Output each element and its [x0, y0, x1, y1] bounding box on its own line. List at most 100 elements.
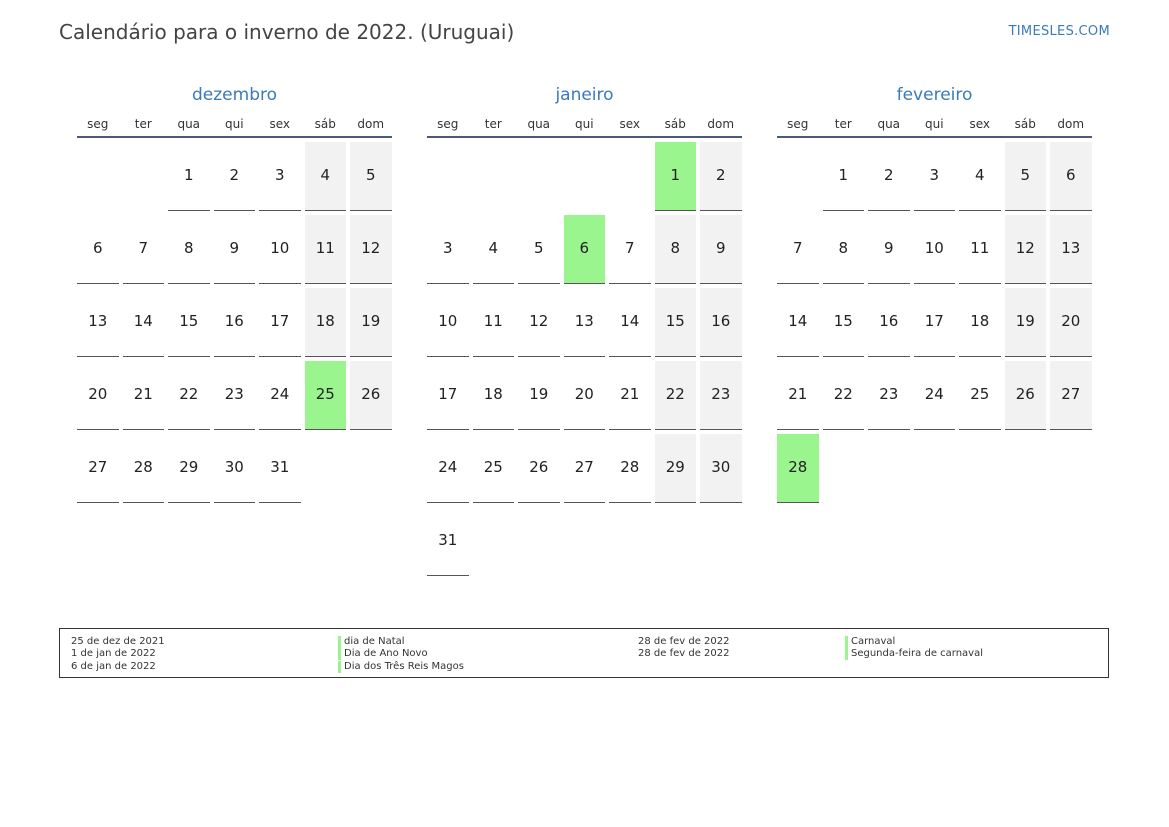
weekend-day-cell[interactable]: 4 — [304, 142, 346, 211]
day-cell[interactable]: 11 — [959, 215, 1001, 284]
day-cell[interactable]: 10 — [427, 288, 469, 357]
weekday-label: qua — [877, 117, 901, 131]
day-cell[interactable]: 28 — [122, 434, 164, 503]
day-cell[interactable]: 2 — [213, 142, 255, 211]
day-cell[interactable]: 21 — [609, 361, 651, 430]
day-cell[interactable]: 21 — [777, 361, 819, 430]
holiday-day-cell[interactable]: 28 — [777, 434, 819, 503]
weekend-day-cell[interactable]: 5 — [1004, 142, 1046, 211]
day-cell[interactable]: 14 — [122, 288, 164, 357]
holiday-day-cell[interactable]: 6 — [563, 215, 605, 284]
day-cell[interactable]: 20 — [563, 361, 605, 430]
day-grid: 1 2 3 4 5 6 7 8 9 10 11 12 13 14 15 16 17 18 19 20 21 22 23 24 2… — [427, 142, 742, 576]
day-cell[interactable]: 3 — [259, 142, 301, 211]
weekend-day-cell[interactable]: 22 — [654, 361, 696, 430]
day-cell[interactable]: 23 — [213, 361, 255, 430]
day-cell[interactable]: 14 — [777, 288, 819, 357]
weekend-day-cell[interactable]: 18 — [304, 288, 346, 357]
day-cell[interactable]: 13 — [77, 288, 119, 357]
weekend-day-cell[interactable]: 26 — [350, 361, 392, 430]
weekend-day-cell[interactable]: 9 — [700, 215, 742, 284]
day-cell[interactable]: 22 — [822, 361, 864, 430]
empty-cell — [518, 142, 560, 211]
day-cell[interactable]: 29 — [168, 434, 210, 503]
weekend-day-cell[interactable]: 19 — [350, 288, 392, 357]
day-cell[interactable]: 31 — [259, 434, 301, 503]
weekend-day-cell[interactable]: 26 — [1004, 361, 1046, 430]
day-grid: 1 2 3 4 5 6 7 8 9 10 11 12 13 14 15 16 17 18 19 20 21 22 23 24 2… — [777, 142, 1092, 503]
day-cell[interactable]: 21 — [122, 361, 164, 430]
day-cell[interactable]: 10 — [259, 215, 301, 284]
day-cell[interactable]: 7 — [777, 215, 819, 284]
day-cell[interactable]: 2 — [868, 142, 910, 211]
day-cell[interactable]: 22 — [168, 361, 210, 430]
weekend-day-cell[interactable]: 12 — [350, 215, 392, 284]
day-cell[interactable]: 8 — [168, 215, 210, 284]
day-cell[interactable]: 28 — [609, 434, 651, 503]
day-cell[interactable]: 3 — [427, 215, 469, 284]
day-cell[interactable]: 1 — [168, 142, 210, 211]
weekend-day-cell[interactable]: 2 — [700, 142, 742, 211]
day-cell[interactable]: 9 — [868, 215, 910, 284]
day-cell[interactable]: 12 — [518, 288, 560, 357]
empty-cell — [427, 142, 469, 211]
weekend-day-cell[interactable]: 15 — [654, 288, 696, 357]
day-cell[interactable]: 10 — [913, 215, 955, 284]
day-cell[interactable]: 23 — [868, 361, 910, 430]
day-cell[interactable]: 6 — [77, 215, 119, 284]
day-cell[interactable]: 8 — [822, 215, 864, 284]
weekend-day-cell[interactable]: 12 — [1004, 215, 1046, 284]
day-cell[interactable]: 17 — [913, 288, 955, 357]
weekend-day-cell[interactable]: 29 — [654, 434, 696, 503]
weekend-day-cell[interactable]: 11 — [304, 215, 346, 284]
day-cell[interactable]: 3 — [913, 142, 955, 211]
weekend-day-cell[interactable]: 23 — [700, 361, 742, 430]
day-cell[interactable]: 26 — [518, 434, 560, 503]
weekday-label: dom — [1057, 117, 1085, 131]
day-cell[interactable]: 4 — [959, 142, 1001, 211]
day-cell[interactable]: 18 — [472, 361, 514, 430]
day-cell[interactable]: 25 — [472, 434, 514, 503]
day-cell[interactable]: 31 — [427, 507, 469, 576]
day-cell[interactable]: 18 — [959, 288, 1001, 357]
month-calendar-fevereiro: fevereiro seg ter qua qui sex sáb dom 12345678… — [777, 84, 1092, 503]
day-cell[interactable]: 5 — [518, 215, 560, 284]
day-cell[interactable]: 20 — [77, 361, 119, 430]
month-calendar-dezembro: dezembro seg ter qua qui sex sáb dom 123456789… — [77, 84, 392, 503]
day-cell[interactable]: 16 — [868, 288, 910, 357]
site-link[interactable]: TIMESLES.COM — [1009, 24, 1110, 39]
day-cell[interactable]: 15 — [822, 288, 864, 357]
weekend-day-cell[interactable]: 6 — [1050, 142, 1092, 211]
month-calendar-janeiro: janeiro seg ter qua qui sex sáb dom 1234567891… — [427, 84, 742, 576]
day-cell[interactable]: 27 — [77, 434, 119, 503]
day-cell[interactable]: 16 — [213, 288, 255, 357]
day-cell[interactable]: 27 — [563, 434, 605, 503]
day-cell[interactable]: 15 — [168, 288, 210, 357]
weekend-day-cell[interactable]: 8 — [654, 215, 696, 284]
weekend-day-cell[interactable]: 27 — [1050, 361, 1092, 430]
weekend-day-cell[interactable]: 20 — [1050, 288, 1092, 357]
day-cell[interactable]: 4 — [472, 215, 514, 284]
weekend-day-cell[interactable]: 16 — [700, 288, 742, 357]
day-cell[interactable]: 1 — [822, 142, 864, 211]
day-cell[interactable]: 9 — [213, 215, 255, 284]
weekend-day-cell[interactable]: 5 — [350, 142, 392, 211]
day-cell[interactable]: 24 — [913, 361, 955, 430]
holiday-day-cell[interactable]: 1 — [654, 142, 696, 211]
holiday-day-cell[interactable]: 25 — [304, 361, 346, 430]
day-cell[interactable]: 13 — [563, 288, 605, 357]
day-cell[interactable]: 30 — [213, 434, 255, 503]
day-cell[interactable]: 24 — [259, 361, 301, 430]
day-cell[interactable]: 7 — [122, 215, 164, 284]
weekend-day-cell[interactable]: 13 — [1050, 215, 1092, 284]
day-cell[interactable]: 17 — [259, 288, 301, 357]
day-cell[interactable]: 24 — [427, 434, 469, 503]
day-cell[interactable]: 17 — [427, 361, 469, 430]
day-cell[interactable]: 7 — [609, 215, 651, 284]
weekend-day-cell[interactable]: 30 — [700, 434, 742, 503]
day-cell[interactable]: 25 — [959, 361, 1001, 430]
weekend-day-cell[interactable]: 19 — [1004, 288, 1046, 357]
day-cell[interactable]: 19 — [518, 361, 560, 430]
day-cell[interactable]: 11 — [472, 288, 514, 357]
day-cell[interactable]: 14 — [609, 288, 651, 357]
